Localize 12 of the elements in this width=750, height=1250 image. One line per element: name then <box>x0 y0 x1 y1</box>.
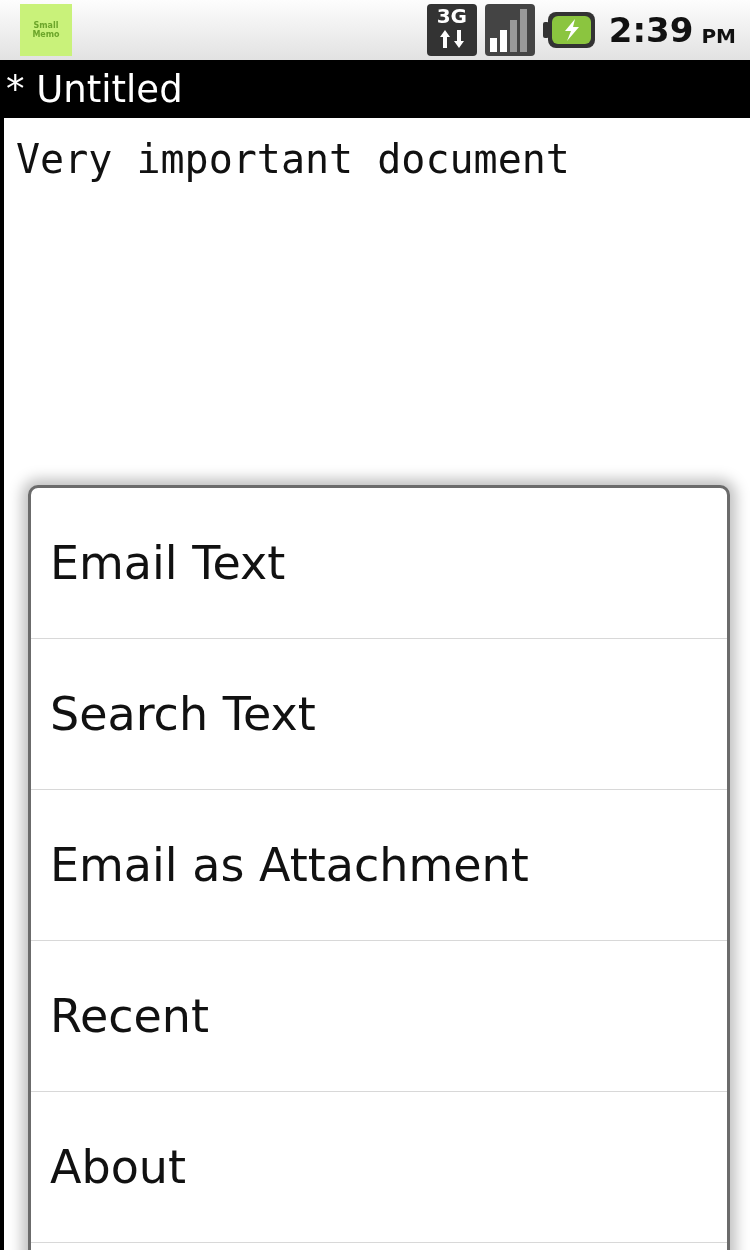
document-text[interactable]: Very important document <box>16 136 570 182</box>
document-title: * Untitled <box>6 67 183 111</box>
network-icon: 3G <box>426 4 477 56</box>
clock-am-pm: PM <box>701 24 736 48</box>
clock-time: 2:39 <box>608 10 694 50</box>
menu-item[interactable]: About <box>31 1092 727 1243</box>
signal-icon <box>484 4 535 56</box>
app-icon: Small Memo <box>20 4 72 56</box>
menu-item[interactable]: Recent <box>31 941 727 1092</box>
menu-item[interactable]: Email Text <box>31 488 727 639</box>
menu-item[interactable]: Email as Attachment <box>31 790 727 941</box>
menu-item[interactable]: Search Text <box>31 639 727 790</box>
